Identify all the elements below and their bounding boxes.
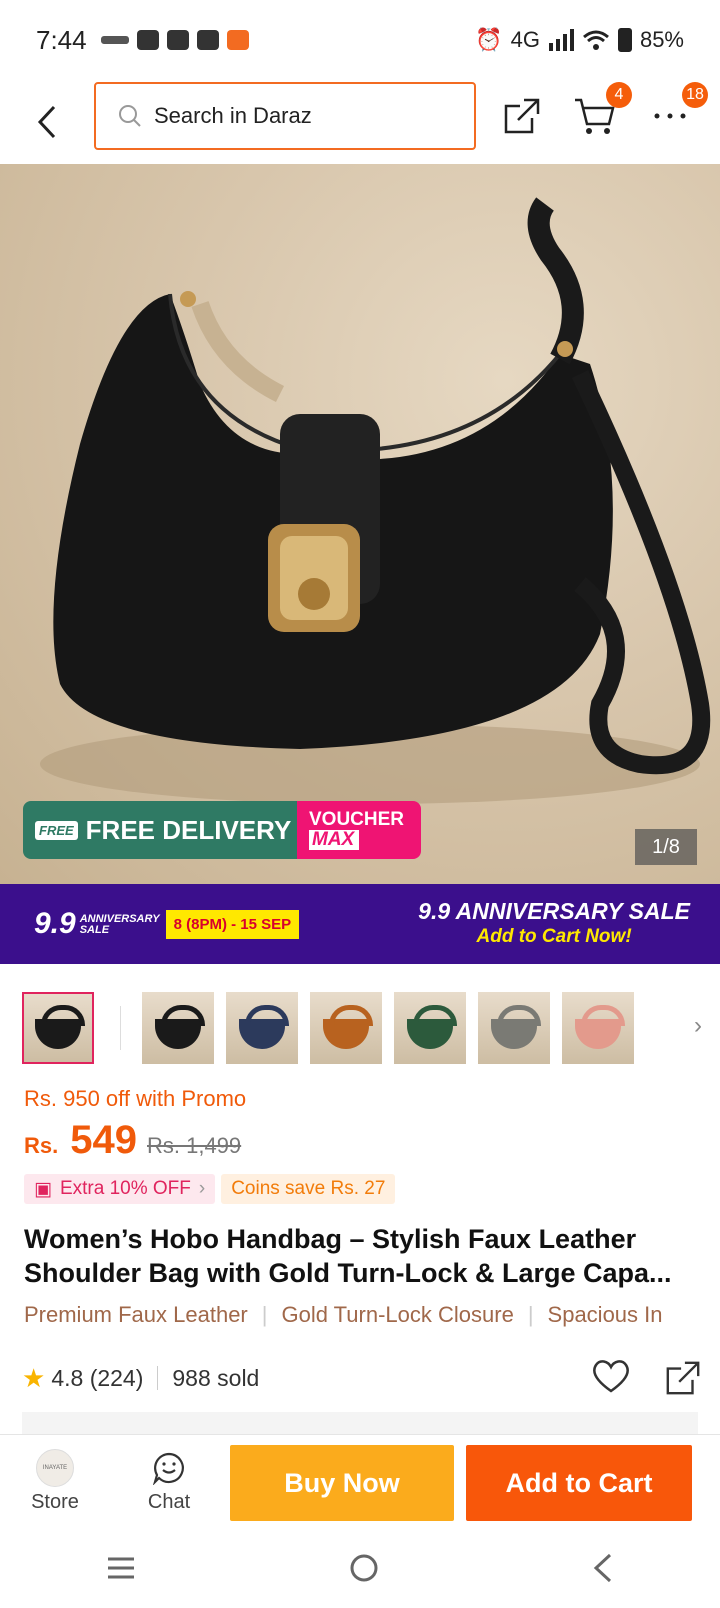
share-icon xyxy=(504,98,540,134)
search-icon xyxy=(119,105,141,127)
discount-chips: ▣ Extra 10% OFF › Coins save Rs. 27 xyxy=(24,1174,396,1204)
search-input[interactable]: Search in Daraz xyxy=(94,82,476,150)
chevron-right-icon[interactable]: › xyxy=(694,1012,702,1040)
price-row: Rs. 549 Rs. 1,499 xyxy=(24,1118,241,1163)
app-notification-icon xyxy=(100,36,129,44)
signal-icon xyxy=(548,29,574,51)
cart-count-badge: 4 xyxy=(606,82,632,108)
buy-now-button[interactable]: Buy Now xyxy=(230,1445,454,1521)
status-bar: 7:44 ⏰ 4G 85% xyxy=(0,0,720,80)
feature-tag: Premium Faux Leather xyxy=(24,1302,248,1327)
variant-thumbnails: › xyxy=(22,992,702,1064)
store-logo: INAYATE xyxy=(36,1449,74,1487)
sold-count: 988 sold xyxy=(172,1364,260,1391)
feature-tag: Gold Turn-Lock Closure xyxy=(281,1302,514,1327)
recent-apps-icon[interactable] xyxy=(106,1555,136,1581)
thumbnail-selected[interactable] xyxy=(22,992,94,1064)
sale-subtitle: Add to Cart Now! xyxy=(476,926,632,947)
product-image xyxy=(40,197,711,804)
extra-off-chip[interactable]: ▣ Extra 10% OFF › xyxy=(24,1174,216,1204)
image-counter: 1/8 xyxy=(635,829,697,865)
chat-icon xyxy=(152,1452,184,1485)
thumbnail-bag-image xyxy=(575,1005,625,1049)
thumbnail-bag-image xyxy=(323,1005,373,1049)
system-navigation-bar xyxy=(0,1528,720,1608)
back-button[interactable] xyxy=(12,87,82,157)
chat-button[interactable]: Chat xyxy=(124,1449,214,1514)
price-amount: 549 xyxy=(70,1118,137,1162)
app-notification-icon xyxy=(136,30,159,50)
thumbnail-bag-image xyxy=(35,1005,85,1049)
thumbnail-bag-image xyxy=(407,1005,457,1049)
daraz-icon xyxy=(226,30,249,50)
add-to-cart-button[interactable]: Add to Cart xyxy=(466,1445,692,1521)
notification-count-badge: 18 xyxy=(682,82,708,108)
cart-button[interactable]: 4 xyxy=(564,82,632,146)
network-type: 4G xyxy=(510,27,540,52)
thumbnail[interactable] xyxy=(562,992,634,1064)
product-image-carousel[interactable]: FREE FREE DELIVERY VOUCHER MAX 1/8 xyxy=(0,164,720,884)
battery-icon xyxy=(617,28,632,52)
alarm-icon: ⏰ xyxy=(475,27,503,52)
delivery-truck-icon: FREE xyxy=(35,820,78,840)
feature-tag: Spacious In xyxy=(547,1302,663,1327)
review-count[interactable]: (224) xyxy=(90,1365,144,1392)
back-icon[interactable] xyxy=(592,1553,614,1583)
voucher-max-label: MAX xyxy=(309,830,359,850)
voucher-label: VOUCHER xyxy=(309,809,405,830)
voucher-icon: ▣ xyxy=(34,1178,52,1200)
price-currency: Rs. xyxy=(24,1133,59,1158)
promo-discount-text: Rs. 950 off with Promo xyxy=(24,1086,247,1111)
thumbnail-bag-image xyxy=(155,1005,205,1049)
thumbnail[interactable] xyxy=(226,992,298,1064)
home-icon[interactable] xyxy=(349,1553,379,1583)
wifi-icon xyxy=(582,30,609,50)
sale-dates: 8 (8PM) - 15 SEP xyxy=(165,909,300,939)
battery-level: 85% xyxy=(639,27,684,52)
more-dots-icon xyxy=(654,113,686,119)
thumbnail[interactable] xyxy=(394,992,466,1064)
thumbnail[interactable] xyxy=(478,992,550,1064)
share-icon[interactable] xyxy=(664,1359,702,1397)
bottom-action-bar: INAYATE Store Chat Buy Now Add to Cart xyxy=(0,1434,720,1526)
top-header: Search in Daraz 4 18 xyxy=(0,80,720,164)
free-delivery-voucher-banner: FREE FREE DELIVERY VOUCHER MAX xyxy=(23,801,421,859)
app-notification-icon xyxy=(196,30,219,50)
thumbnail[interactable] xyxy=(310,992,382,1064)
star-icon: ★ xyxy=(22,1362,46,1393)
feature-tags: Premium Faux Leather | Gold Turn-Lock Cl… xyxy=(24,1302,663,1327)
youtube-icon xyxy=(166,30,189,50)
thumbnail-bag-image xyxy=(239,1005,289,1049)
thumbnail[interactable] xyxy=(142,992,214,1064)
sale-title: 9.9 ANNIVERSARY SALE xyxy=(418,898,690,924)
store-button[interactable]: INAYATE Store xyxy=(10,1449,100,1514)
chevron-right-icon: › xyxy=(198,1178,206,1199)
rating-row: ★ 4.8 (224) 988 sold xyxy=(22,1356,702,1400)
thumbnail-bag-image xyxy=(491,1005,541,1049)
heart-icon[interactable] xyxy=(592,1359,630,1393)
coins-chip: Coins save Rs. 27 xyxy=(221,1174,396,1204)
free-delivery-label: FREE DELIVERY xyxy=(85,814,292,845)
status-time: 7:44 xyxy=(36,24,87,55)
sale-logo: 9.9 ANNIVERSARY SALE xyxy=(34,907,160,940)
original-price: Rs. 1,499 xyxy=(147,1133,242,1158)
search-placeholder: Search in Daraz xyxy=(154,103,312,128)
share-button[interactable] xyxy=(492,86,552,146)
chevron-left-icon xyxy=(37,105,56,139)
anniversary-sale-banner[interactable]: 9.9 ANNIVERSARY SALE 8 (8PM) - 15 SEP 9.9 … xyxy=(0,884,720,964)
more-button[interactable]: 18 xyxy=(640,82,708,146)
product-title: Women’s Hobo Handbag – Stylish Faux Leat… xyxy=(24,1224,672,1288)
rating-value[interactable]: 4.8 xyxy=(51,1365,83,1392)
